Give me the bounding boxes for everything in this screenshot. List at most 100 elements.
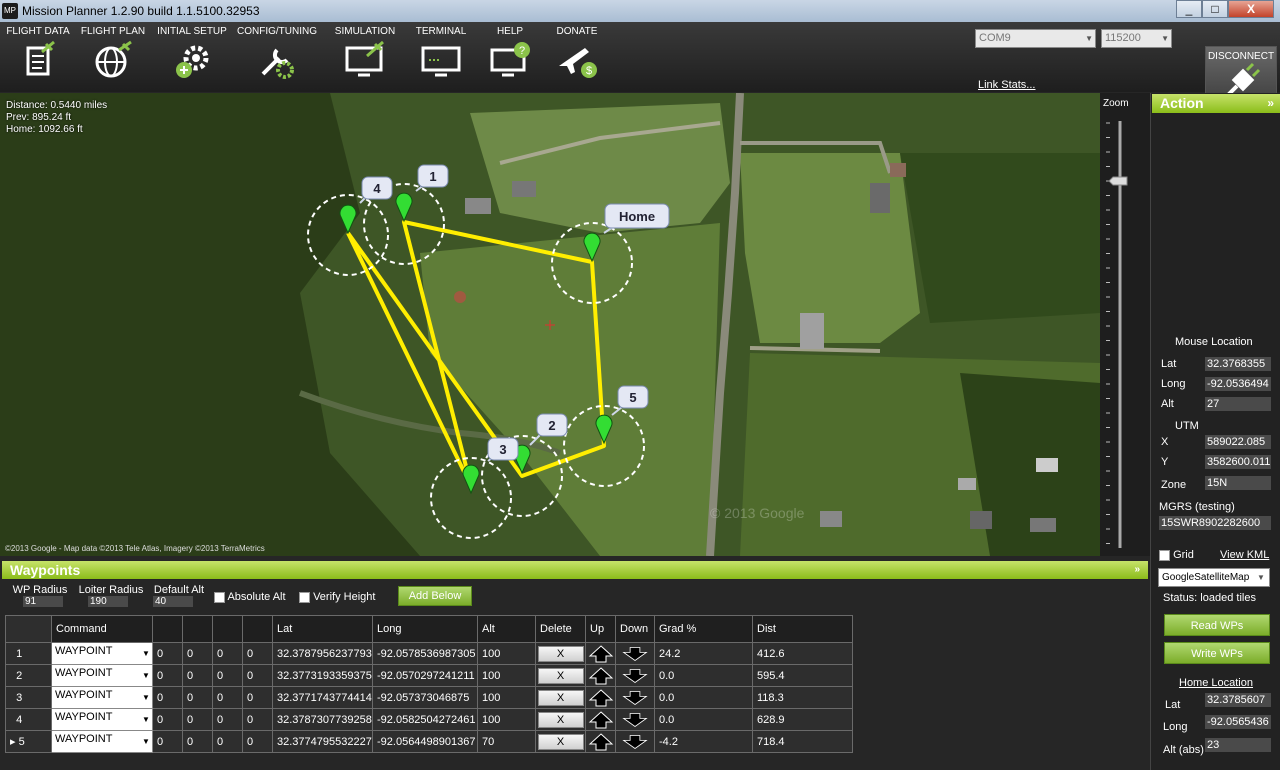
default-alt-field[interactable]: Default Alt 40 [153, 584, 205, 607]
verify-height-box[interactable] [299, 591, 310, 603]
cell-p2[interactable]: 0 [182, 642, 213, 665]
cell-p1[interactable]: 0 [152, 686, 183, 709]
cell-p2[interactable]: 0 [182, 708, 213, 731]
move-down-icon[interactable] [622, 645, 648, 663]
cell-p1[interactable]: 0 [152, 730, 183, 753]
expand-icon[interactable]: » [1267, 94, 1274, 113]
command-select[interactable]: WAYPOINT ▼ [51, 686, 153, 709]
wp-radius-input[interactable]: 91 [23, 596, 63, 607]
cell-long[interactable]: -92.0570297241211 [372, 664, 478, 687]
table-row[interactable]: 4 WAYPOINT ▼ 0 0 0 0 32.3787307739258 -92.058250… [5, 708, 853, 731]
zoom-slider[interactable] [1100, 93, 1150, 556]
view-kml-link[interactable]: View KML [1220, 549, 1269, 561]
absolute-alt-box[interactable] [214, 591, 225, 603]
link-stats-link[interactable]: Link Stats... [978, 79, 1035, 91]
cell-alt[interactable]: 100 [477, 686, 536, 709]
default-alt-input[interactable]: 40 [153, 596, 193, 607]
delete-button[interactable]: X [537, 667, 584, 684]
row-number[interactable]: 2 [5, 664, 52, 687]
map-type-select[interactable]: GoogleSatelliteMap ▼ [1158, 568, 1270, 587]
close-button[interactable]: X [1228, 0, 1274, 18]
map-view[interactable]: © 2013 Google 4 1 Home 2 3 5 Zoom Distan… [0, 93, 1150, 556]
cell-lat[interactable]: 32.3787307739258 [272, 708, 373, 731]
cell-long[interactable]: -92.057373046875 [372, 686, 478, 709]
cell-p4[interactable]: 0 [242, 642, 273, 665]
menu-simulation[interactable]: SIMULATION [332, 26, 398, 80]
cell-dist[interactable]: 118.3 [752, 686, 853, 709]
cell-p1[interactable]: 0 [152, 664, 183, 687]
write-wps-button[interactable]: Write WPs [1164, 642, 1270, 664]
menu-config-tuning[interactable]: CONFIG/TUNING [236, 26, 318, 80]
cell-p4[interactable]: 0 [242, 664, 273, 687]
zoom-thumb[interactable] [1108, 176, 1128, 186]
cell-lat[interactable]: 32.3774795532227 [272, 730, 373, 753]
cell-p1[interactable]: 0 [152, 642, 183, 665]
loiter-radius-field[interactable]: Loiter Radius 190 [78, 584, 144, 607]
cell-p3[interactable]: 0 [212, 708, 243, 731]
delete-button[interactable]: X [537, 711, 584, 728]
table-row[interactable]: 2 WAYPOINT ▼ 0 0 0 0 32.3773193359375 -92.057029… [5, 664, 853, 687]
cell-alt[interactable]: 100 [477, 664, 536, 687]
home-location-link[interactable]: Home Location [1179, 677, 1253, 689]
cell-lat[interactable]: 32.3771743774414 [272, 686, 373, 709]
command-select[interactable]: WAYPOINT ▼ [51, 730, 153, 753]
action-header[interactable]: Action » [1152, 94, 1280, 113]
move-down-icon[interactable] [622, 711, 648, 729]
cell-alt[interactable]: 100 [477, 708, 536, 731]
grid-checkbox-box[interactable] [1159, 549, 1170, 561]
menu-flight-data[interactable]: FLIGHT DATA [5, 26, 71, 80]
cell-long[interactable]: -92.0582504272461 [372, 708, 478, 731]
row-number[interactable]: ▸ 5 [5, 730, 52, 753]
cell-long[interactable]: -92.0578536987305 [372, 642, 478, 665]
waypoints-header[interactable]: Waypoints » [2, 561, 1148, 579]
verify-height-checkbox[interactable]: Verify Height [299, 591, 375, 603]
move-down-icon[interactable] [622, 733, 648, 751]
table-row[interactable]: ▸ 5 WAYPOINT ▼ 0 0 0 0 32.3774795532227 -92.0564… [5, 730, 853, 753]
cell-long[interactable]: -92.0564498901367 [372, 730, 478, 753]
cell-grad[interactable]: -4.2 [654, 730, 753, 753]
cell-p3[interactable]: 0 [212, 664, 243, 687]
loiter-radius-input[interactable]: 190 [88, 596, 128, 607]
move-down-icon[interactable] [622, 667, 648, 685]
cell-lat[interactable]: 32.3787956237793 [272, 642, 373, 665]
command-select[interactable]: WAYPOINT ▼ [51, 708, 153, 731]
move-up-icon[interactable] [588, 732, 614, 751]
cell-alt[interactable]: 100 [477, 642, 536, 665]
grid-checkbox[interactable]: Grid [1159, 549, 1194, 561]
table-row[interactable]: 3 WAYPOINT ▼ 0 0 0 0 32.3771743774414 -92.057373… [5, 686, 853, 709]
add-below-button[interactable]: Add Below [398, 586, 472, 606]
delete-button[interactable]: X [537, 733, 584, 750]
cell-lat[interactable]: 32.3773193359375 [272, 664, 373, 687]
command-select[interactable]: WAYPOINT ▼ [51, 664, 153, 687]
row-number[interactable]: 4 [5, 708, 52, 731]
cell-p4[interactable]: 0 [242, 730, 273, 753]
cell-p3[interactable]: 0 [212, 730, 243, 753]
absolute-alt-checkbox[interactable]: Absolute Alt [214, 591, 286, 603]
com-port-select[interactable]: COM9 ▼ [975, 29, 1096, 48]
move-up-icon[interactable] [588, 688, 614, 707]
collapse-icon[interactable]: » [1134, 561, 1140, 579]
cell-p4[interactable]: 0 [242, 708, 273, 731]
maximize-button[interactable]: □ [1202, 0, 1228, 18]
cell-p4[interactable]: 0 [242, 686, 273, 709]
move-up-icon[interactable] [588, 710, 614, 729]
menu-flight-plan[interactable]: FLIGHT PLAN [80, 26, 146, 80]
cell-dist[interactable]: 628.9 [752, 708, 853, 731]
cell-p2[interactable]: 0 [182, 730, 213, 753]
row-number[interactable]: 1 [5, 642, 52, 665]
cell-p3[interactable]: 0 [212, 686, 243, 709]
move-up-icon[interactable] [588, 666, 614, 685]
wp-radius-field[interactable]: WP Radius 91 [11, 584, 69, 607]
cell-p2[interactable]: 0 [182, 686, 213, 709]
cell-alt[interactable]: 70 [477, 730, 536, 753]
cell-grad[interactable]: 0.0 [654, 664, 753, 687]
menu-donate[interactable]: DONATE $ [552, 26, 602, 80]
minimize-button[interactable]: _ [1176, 0, 1202, 18]
cell-p1[interactable]: 0 [152, 708, 183, 731]
menu-help[interactable]: HELP ? [484, 26, 536, 80]
cell-grad[interactable]: 24.2 [654, 642, 753, 665]
delete-button[interactable]: X [537, 689, 584, 706]
cell-grad[interactable]: 0.0 [654, 686, 753, 709]
cell-dist[interactable]: 718.4 [752, 730, 853, 753]
table-row[interactable]: 1 WAYPOINT ▼ 0 0 0 0 32.3787956237793 -92.057853… [5, 642, 853, 665]
